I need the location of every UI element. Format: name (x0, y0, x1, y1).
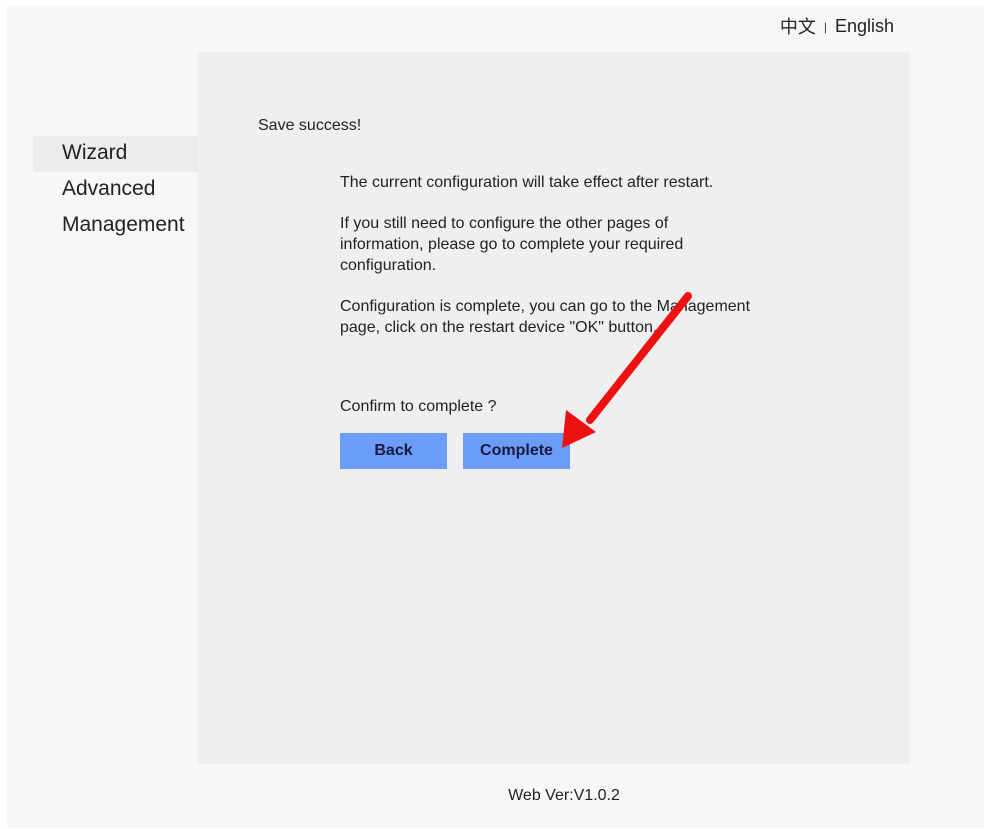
restart-note: The current configuration will take effe… (340, 174, 714, 191)
sidebar-item-advanced[interactable]: Advanced (33, 172, 198, 208)
footer-version: Web Ver:V1.0.2 (508, 787, 620, 804)
back-button[interactable]: Back (340, 433, 447, 469)
save-success-message: Save success! (258, 117, 362, 134)
sidebar-nav: Wizard Advanced Management (33, 136, 198, 244)
language-separator: | (823, 20, 827, 34)
complete-note: Configuration is complete, you can go to… (340, 298, 751, 336)
language-switcher: 中文 | English (780, 13, 894, 39)
language-english-link[interactable]: English (835, 16, 894, 37)
confirm-question: Confirm to complete ? (340, 398, 497, 415)
sidebar-item-management[interactable]: Management (33, 208, 198, 244)
other-pages-note: If you still need to configure the other… (340, 215, 684, 274)
sidebar-item-wizard[interactable]: Wizard (33, 136, 198, 172)
content-panel: Save success! The current configuration … (198, 52, 910, 764)
complete-button[interactable]: Complete (463, 433, 570, 469)
language-chinese-link[interactable]: 中文 (780, 13, 816, 39)
